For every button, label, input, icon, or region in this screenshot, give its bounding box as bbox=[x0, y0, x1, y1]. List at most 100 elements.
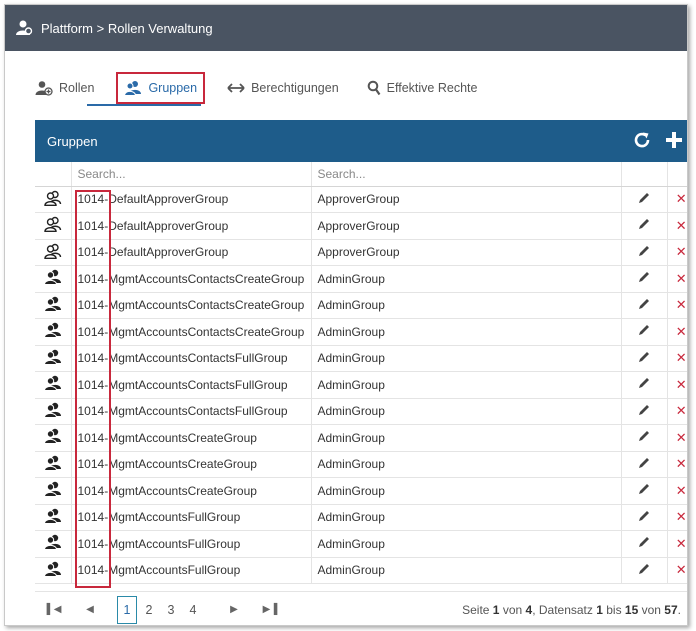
group-type-cell: AdminGroup bbox=[311, 530, 622, 558]
table-row[interactable]: 1014-MgmtAccountsContactsFullGroup AdminG… bbox=[35, 398, 687, 425]
table-row[interactable]: 1014-MgmtAccountsCreateGroup AdminGroup ✕ bbox=[35, 424, 687, 452]
group-id-prefix: 1014- bbox=[77, 298, 109, 313]
row-icon-cell bbox=[35, 530, 72, 558]
table-row[interactable]: 1014-MgmtAccountsCreateGroup AdminGroup ✕ bbox=[35, 477, 687, 505]
pencil-icon[interactable] bbox=[638, 536, 650, 548]
edit-cell bbox=[621, 292, 668, 319]
pencil-icon[interactable] bbox=[638, 245, 650, 257]
delete-icon[interactable]: ✕ bbox=[676, 324, 687, 339]
group-name-cell: 1014-MgmtAccountsCreateGroup bbox=[71, 477, 312, 505]
tab-effektive-rechte-label: Effektive Rechte bbox=[386, 81, 478, 95]
solid-group-icon bbox=[43, 270, 62, 288]
delete-icon[interactable]: ✕ bbox=[676, 562, 687, 577]
table-row[interactable]: 1014-MgmtAccountsCreateGroup AdminGroup ✕ bbox=[35, 451, 687, 478]
page-button-3[interactable]: 3 bbox=[161, 596, 181, 624]
group-id-prefix: 1014- bbox=[77, 563, 109, 578]
delete-cell: ✕ bbox=[667, 265, 687, 293]
pencil-icon[interactable] bbox=[638, 457, 650, 469]
solid-group-icon bbox=[43, 482, 62, 500]
solid-group-icon bbox=[43, 323, 62, 341]
tab-effektive-rechte[interactable]: Effektive Rechte bbox=[361, 72, 484, 104]
table-row[interactable]: 1014-MgmtAccountsFullGroup AdminGroup ✕ bbox=[35, 530, 687, 558]
pencil-icon[interactable] bbox=[638, 404, 650, 416]
table-row[interactable]: 1014-MgmtAccountsFullGroup AdminGroup ✕ bbox=[35, 557, 687, 584]
solid-group-icon bbox=[43, 508, 62, 527]
tab-bar: Rollen Gruppen Berechtigungen Effektive … bbox=[29, 71, 499, 105]
last-page-icon[interactable]: ▶▐ bbox=[259, 604, 281, 615]
page-button-4[interactable]: 4 bbox=[183, 596, 203, 624]
table-row[interactable]: 1014-MgmtAccountsContactsCreateGroup Admi… bbox=[35, 292, 687, 319]
row-icon-cell bbox=[35, 265, 72, 293]
pencil-icon[interactable] bbox=[638, 218, 650, 230]
delete-icon[interactable]: ✕ bbox=[676, 350, 687, 365]
group-name: DefaultApproverGroup bbox=[108, 192, 229, 207]
edit-cell bbox=[621, 345, 668, 372]
group-name-cell: 1014-MgmtAccountsContactsCreateGroup bbox=[71, 292, 312, 319]
pager-rec-from: 1 bbox=[596, 602, 603, 617]
delete-icon[interactable]: ✕ bbox=[676, 430, 687, 445]
table-row[interactable]: 1014-MgmtAccountsContactsFullGroup AdminG… bbox=[35, 371, 687, 399]
pencil-icon[interactable] bbox=[638, 298, 650, 310]
page-button-1[interactable]: 1 bbox=[117, 595, 137, 624]
delete-icon[interactable]: ✕ bbox=[676, 191, 687, 206]
pencil-icon[interactable] bbox=[638, 377, 650, 389]
add-icon[interactable] bbox=[663, 129, 685, 151]
row-icon-cell bbox=[35, 424, 72, 452]
delete-icon[interactable]: ✕ bbox=[676, 377, 687, 392]
name-search-input[interactable] bbox=[77, 166, 305, 181]
pencil-icon[interactable] bbox=[638, 483, 650, 495]
delete-icon[interactable]: ✕ bbox=[676, 483, 687, 498]
delete-icon[interactable]: ✕ bbox=[676, 244, 687, 259]
table-row[interactable]: 1014-MgmtAccountsContactsFullGroup AdminG… bbox=[35, 345, 687, 372]
group-id-prefix: 1014- bbox=[77, 430, 109, 445]
group-name-cell: 1014-MgmtAccountsFullGroup bbox=[71, 504, 312, 531]
page-button-2[interactable]: 2 bbox=[139, 596, 159, 624]
edit-cell bbox=[621, 371, 668, 399]
pager-info-prefix: Seite bbox=[462, 602, 493, 617]
table-row[interactable]: 1014-DefaultApproverGroup ApproverGroup ✕ bbox=[35, 212, 687, 240]
pencil-icon[interactable] bbox=[638, 510, 650, 522]
prev-page-icon[interactable]: ◀ bbox=[79, 604, 101, 615]
group-name-cell: 1014-MgmtAccountsContactsCreateGroup bbox=[71, 265, 312, 293]
refresh-icon[interactable] bbox=[631, 129, 653, 151]
table-row[interactable]: 1014-MgmtAccountsContactsCreateGroup Admi… bbox=[35, 318, 687, 346]
table-row[interactable]: 1014-DefaultApproverGroup ApproverGroup ✕ bbox=[35, 186, 687, 213]
search-cell-del bbox=[667, 162, 687, 187]
pager-info-of: von bbox=[499, 602, 526, 617]
type-search-input[interactable] bbox=[317, 166, 615, 181]
pagination: ▌◀ ◀ 1 2 3 4 ▶ ▶▐ Seite 1 von 4, Datensa… bbox=[35, 591, 687, 625]
table-row[interactable]: 1014-DefaultApproverGroup ApproverGroup ✕ bbox=[35, 239, 687, 266]
table-row[interactable]: 1014-MgmtAccountsFullGroup AdminGroup ✕ bbox=[35, 504, 687, 531]
delete-icon[interactable]: ✕ bbox=[676, 403, 687, 418]
pencil-icon[interactable] bbox=[638, 351, 650, 363]
tab-gruppen[interactable]: Gruppen bbox=[116, 72, 206, 104]
pencil-icon[interactable] bbox=[638, 324, 650, 336]
delete-icon[interactable]: ✕ bbox=[676, 271, 687, 286]
group-id-prefix: 1014- bbox=[77, 324, 109, 339]
group-type-cell: AdminGroup bbox=[311, 371, 622, 399]
outline-group-icon bbox=[44, 243, 62, 262]
delete-icon[interactable]: ✕ bbox=[676, 456, 687, 471]
pencil-icon[interactable] bbox=[638, 192, 650, 204]
pencil-icon[interactable] bbox=[638, 563, 650, 575]
pencil-icon[interactable] bbox=[638, 430, 650, 442]
pencil-icon[interactable] bbox=[638, 271, 650, 283]
delete-icon[interactable]: ✕ bbox=[676, 536, 687, 551]
delete-cell: ✕ bbox=[667, 212, 687, 240]
edit-cell bbox=[621, 398, 668, 425]
group-type-cell: AdminGroup bbox=[311, 451, 622, 478]
first-page-icon[interactable]: ▌◀ bbox=[43, 604, 65, 615]
tab-berechtigungen-label: Berechtigungen bbox=[251, 81, 339, 95]
next-page-icon[interactable]: ▶ bbox=[223, 604, 245, 615]
delete-icon[interactable]: ✕ bbox=[676, 218, 687, 233]
delete-icon[interactable]: ✕ bbox=[676, 509, 687, 524]
panel-title: Gruppen bbox=[47, 133, 98, 149]
delete-icon[interactable]: ✕ bbox=[676, 297, 687, 312]
solid-group-icon bbox=[43, 402, 62, 421]
tab-rollen[interactable]: Rollen bbox=[29, 72, 100, 104]
delete-cell: ✕ bbox=[667, 398, 687, 425]
table-row[interactable]: 1014-MgmtAccountsContactsCreateGroup Admi… bbox=[35, 265, 687, 293]
tab-berechtigungen[interactable]: Berechtigungen bbox=[221, 72, 345, 104]
group-name: MgmtAccountsCreateGroup bbox=[108, 457, 257, 472]
groups-panel: Gruppen Search... Search... 1014-Default… bbox=[35, 120, 687, 625]
